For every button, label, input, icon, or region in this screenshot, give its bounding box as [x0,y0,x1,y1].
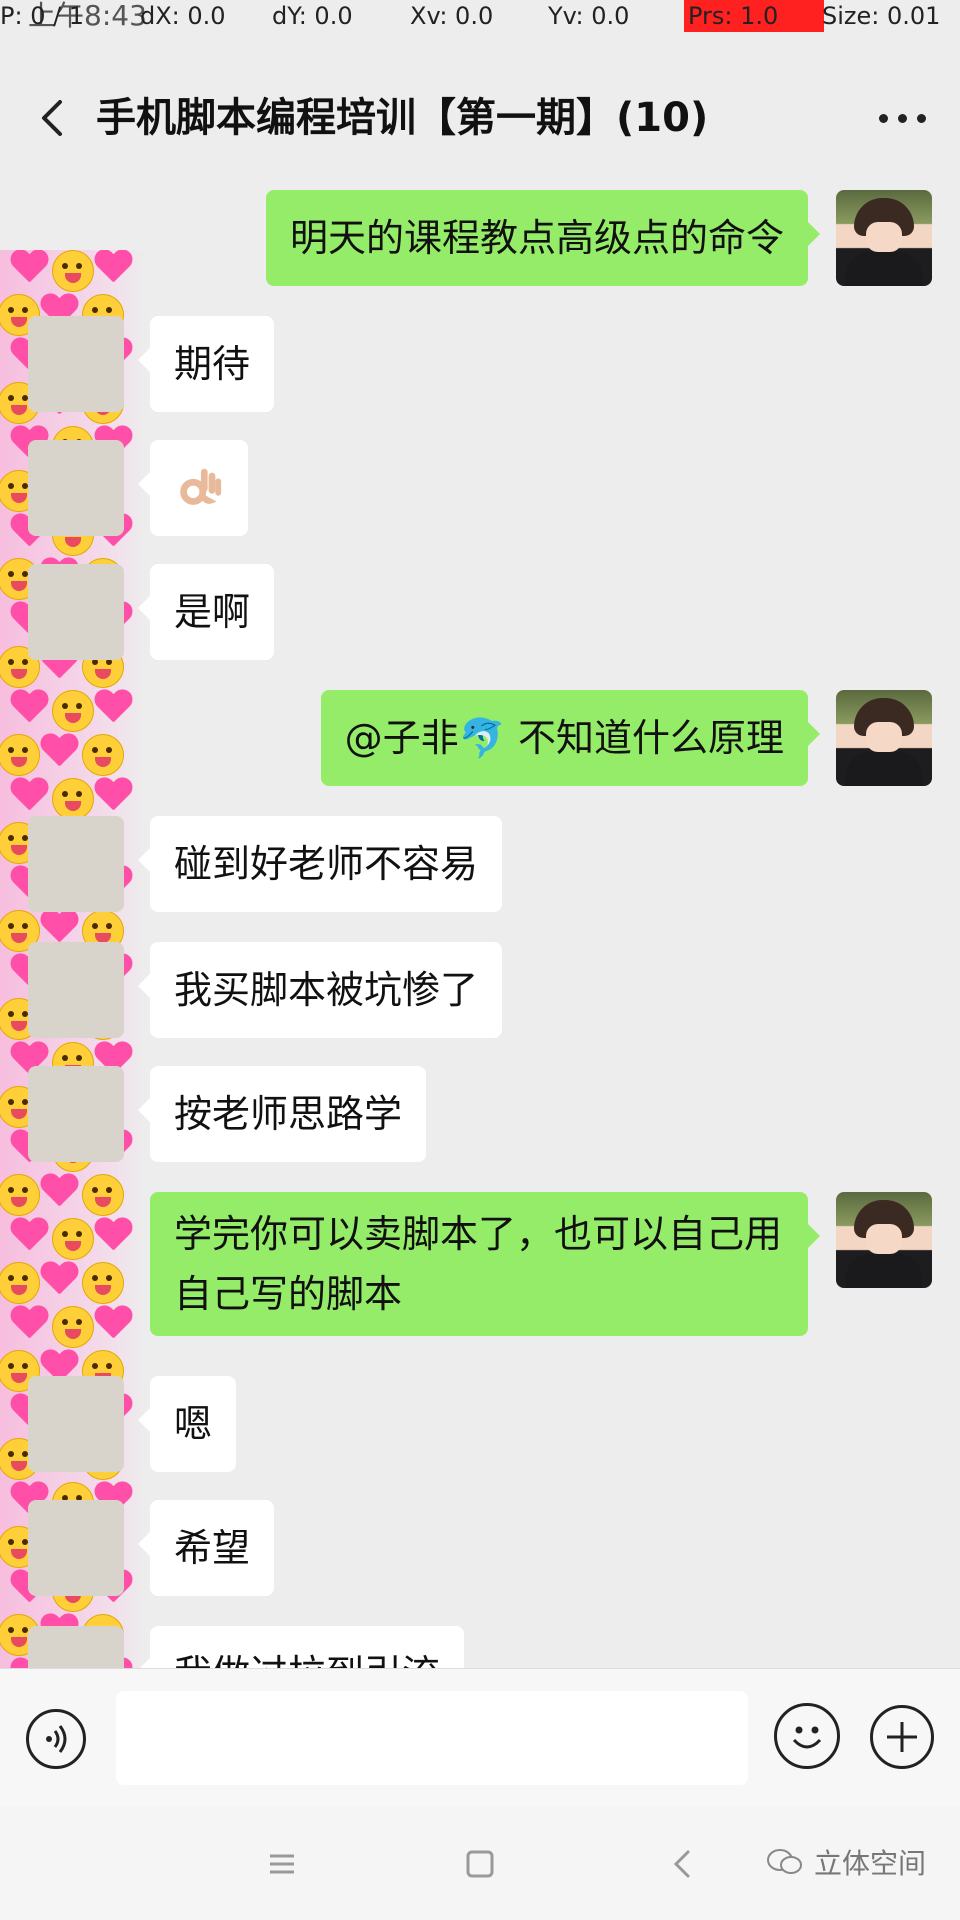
more-dots-icon[interactable] [874,104,930,132]
debug-yv: Yv: 0.0 [548,2,630,30]
system-nav-bar: 立体空间 [0,1806,960,1920]
debug-size: Size: 0.01 [822,2,941,30]
watermark-text: 立体空间 [813,1847,926,1880]
avatar[interactable] [28,1500,124,1596]
avatar[interactable] [28,942,124,1038]
chevron-left-icon[interactable] [30,94,78,142]
message-bubble-incoming[interactable]: 嗯 [137,1376,237,1472]
watermark: 立体空间 [766,1842,926,1882]
message-bubble-outgoing[interactable]: 明天的课程教点高级点的命令 [265,190,821,286]
avatar[interactable] [836,1192,932,1288]
debug-dy: dY: 0.0 [272,2,353,30]
message-list[interactable]: 明天的课程教点高级点的命令 期待 是啊 @子非🐬 不知道什么原理 碰到好老师不容… [0,178,960,1668]
debug-dx: dX: 0.0 [140,2,226,30]
message-bubble-incoming[interactable]: 希望 [137,1500,275,1596]
message-input[interactable] [116,1691,748,1785]
emoji-icon[interactable] [774,1703,840,1769]
status-bar: 上午8:43 P: 0 / 1 dX: 0.0 dY: 0.0 Xv: 0.0 … [0,0,960,32]
debug-pointer-count: P: 0 / 1 [0,2,85,30]
plus-icon[interactable] [870,1705,934,1769]
message-bubble-outgoing[interactable]: 学完你可以卖脚本了，也可以自己用自己写的脚本 [150,1192,820,1336]
back-icon[interactable] [662,1844,702,1884]
chat-header: 手机脚本编程培训【第一期】(10) [0,58,960,178]
ok-hand-icon [180,468,222,505]
avatar[interactable] [28,1066,124,1162]
message-bubble-incoming[interactable]: 我做过拉到引流 [137,1626,465,1668]
avatar[interactable] [28,816,124,912]
message-bubble-incoming[interactable] [138,440,248,536]
message-bubble-incoming[interactable]: 是啊 [137,564,275,660]
message-bubble-incoming[interactable]: 我买脚本被坑惨了 [137,942,503,1038]
voice-icon[interactable] [26,1709,86,1769]
avatar[interactable] [28,1626,124,1668]
message-bubble-incoming[interactable]: 按老师思路学 [137,1066,427,1162]
message-bubble-incoming[interactable]: 碰到好老师不容易 [137,816,503,912]
avatar[interactable] [836,690,932,786]
avatar[interactable] [28,316,124,412]
avatar[interactable] [836,190,932,286]
message-bubble-incoming[interactable]: 期待 [137,316,275,412]
debug-pressure: Prs: 1.0 [684,0,824,32]
home-icon[interactable] [460,1844,500,1884]
debug-xv: Xv: 0.0 [410,2,494,30]
avatar[interactable] [28,1376,124,1472]
chat-title: 手机脚本编程培训【第一期】(10) [96,95,709,141]
message-input-bar [0,1668,960,1807]
message-bubble-outgoing[interactable]: @子非🐬 不知道什么原理 [320,690,821,786]
wechat-logo-icon [766,1849,802,1874]
avatar[interactable] [28,440,124,536]
menu-icon[interactable] [262,1844,302,1884]
avatar[interactable] [28,564,124,660]
